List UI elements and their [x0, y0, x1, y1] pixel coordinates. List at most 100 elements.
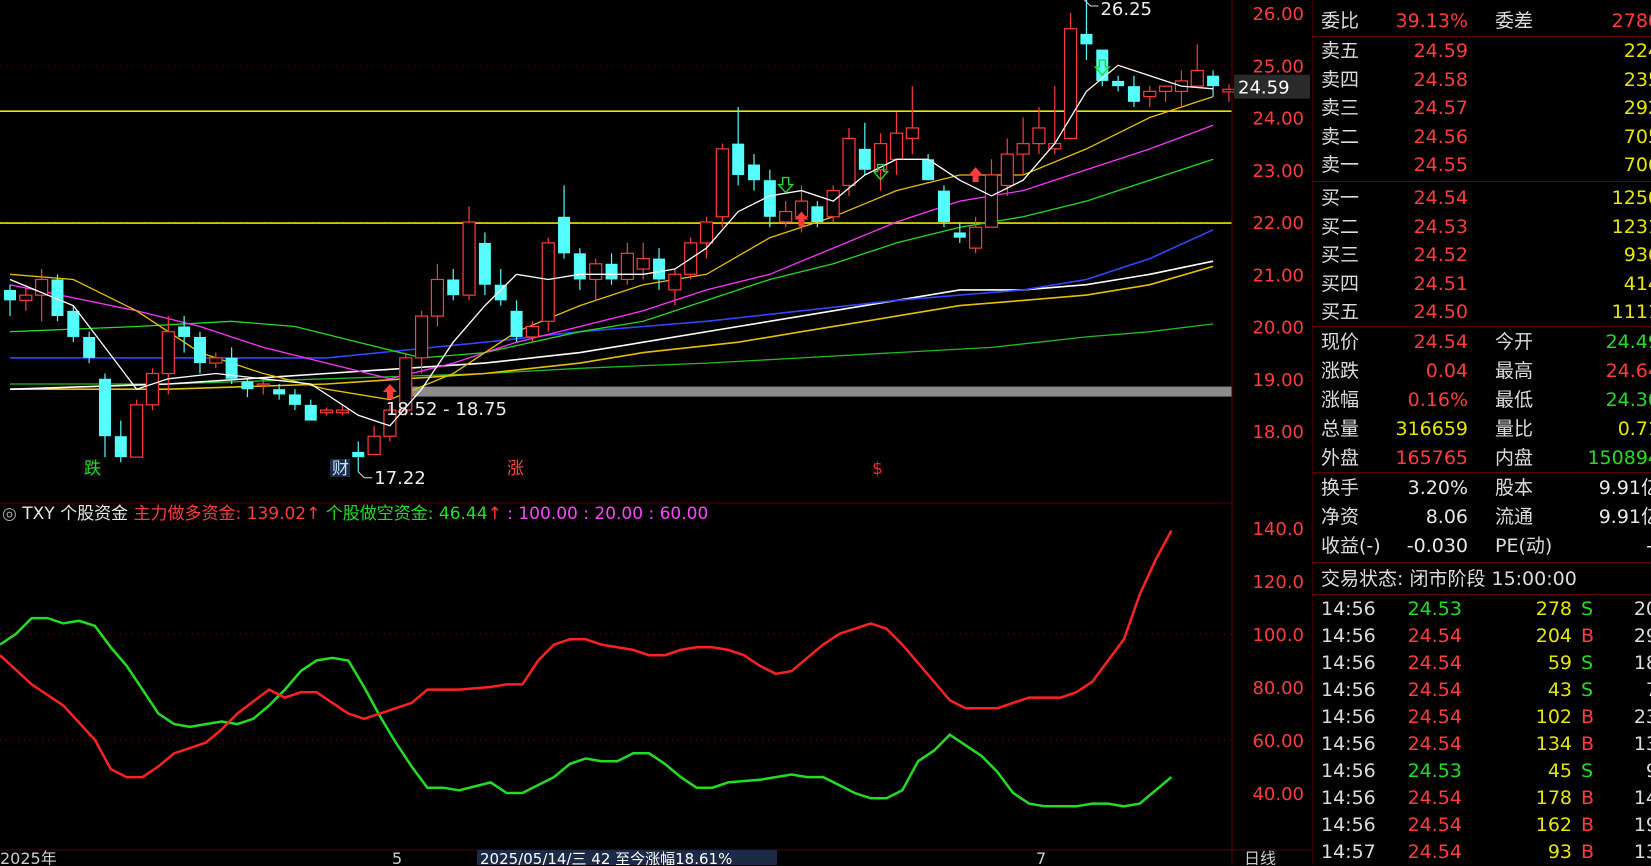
ask-price: 24.58 — [1413, 68, 1468, 91]
fund-label: 收益(-) — [1321, 535, 1381, 557]
stat-label: 今开 — [1495, 331, 1534, 353]
date-info-label: 2025/05/14/三 42 至今涨幅18.61% — [480, 850, 732, 865]
bid-row: 买一 24.54 1250 — [1313, 184, 1651, 212]
bid-row: 买二 24.53 1231 — [1313, 213, 1651, 241]
quote-panel: 委比 39.13% 委差 2780 卖五 24.59 224 卖四 24.58 235 卖三 24.5… — [1312, 0, 1651, 865]
tick-side: B — [1581, 706, 1595, 728]
price-tick-label: 22.00 — [1252, 213, 1304, 234]
ask-volume: 292 — [1623, 97, 1651, 119]
candle-body — [209, 357, 223, 364]
candle-body — [367, 435, 381, 456]
indicator-tick-label: 100.0 — [1252, 625, 1304, 646]
stat-row: 涨幅 0.16% 最低 24.30 — [1313, 386, 1651, 414]
ask-level-label: 卖五 — [1321, 40, 1360, 62]
month-label: 5 — [392, 849, 402, 865]
tick-row: 14:56 24.54 43 S 7 — [1313, 677, 1651, 704]
candle-body — [19, 294, 33, 301]
candle-body — [1207, 75, 1220, 87]
candle-body — [273, 389, 286, 395]
price-tick-label: 20.00 — [1252, 318, 1304, 339]
candle-body — [335, 409, 350, 414]
ask-row: 卖二 24.56 705 — [1313, 123, 1651, 151]
candle-body — [858, 148, 871, 170]
price-chart[interactable]: 26.25 17.22 18.52 - 18.75 跌 财 涨 $ — [0, 0, 1236, 489]
candle-body — [130, 404, 144, 458]
price-tick-label: 21.00 — [1252, 265, 1304, 286]
fund-value: -- — [1646, 532, 1651, 560]
buy-signal-arrow — [968, 167, 983, 183]
marker-dollar: $ — [872, 459, 883, 479]
candle-body — [478, 242, 491, 285]
candle-body — [905, 127, 919, 139]
tick-volume: 102 — [1535, 706, 1572, 728]
candle-body — [145, 372, 160, 406]
bid-volume: 1250 — [1611, 187, 1651, 209]
quote-separator — [1313, 594, 1651, 595]
stat-label: 最低 — [1495, 389, 1534, 411]
quote-separator — [1313, 181, 1651, 182]
candle-body — [842, 137, 856, 187]
candle-body — [732, 143, 745, 175]
tick-row: 14:56 24.54 102 B 23 — [1313, 704, 1651, 731]
ask-row: 卖三 24.57 292 — [1313, 94, 1651, 122]
tick-row: 14:56 24.53 278 S 20 — [1313, 596, 1651, 623]
low-label: 17.22 — [374, 468, 426, 489]
bear-arrow: ↑ — [488, 504, 508, 524]
candle-body — [352, 451, 365, 458]
bull-fund-line — [0, 530, 1173, 779]
price-tick-label: 23.00 — [1252, 161, 1304, 182]
candle-body — [462, 221, 476, 296]
tick-time: 14:56 — [1321, 733, 1376, 755]
indicator-chart[interactable]: ◎ TXY 个股资金 主力做多资金: 139.02↑ 个股做空资金: 46.44… — [0, 504, 1232, 808]
bid-level-label: 买四 — [1321, 272, 1360, 295]
bid-volume: 1111 — [1611, 301, 1651, 323]
period-label: 日线 — [1244, 849, 1276, 865]
tick-count: 20 — [1633, 598, 1651, 620]
fund-label: 净资 — [1321, 506, 1360, 528]
tick-side: B — [1581, 733, 1595, 755]
candle-body — [653, 258, 666, 280]
fund-label: 换手 — [1321, 477, 1360, 499]
tick-time: 14:56 — [1321, 814, 1376, 836]
fund-value: 8.06 — [1425, 506, 1468, 528]
tick-volume: 43 — [1547, 679, 1572, 701]
ask-level-label: 卖四 — [1321, 68, 1360, 91]
price-tick-label: 24.00 — [1252, 109, 1304, 130]
stat-value: 24.54 — [1413, 331, 1468, 353]
tick-count: 19 — [1633, 814, 1651, 836]
candle-body — [937, 190, 950, 222]
candle-body — [1000, 153, 1014, 187]
candle-body — [779, 210, 793, 223]
stat-value: 150894 — [1587, 447, 1651, 469]
candle-body — [4, 289, 16, 301]
bull-arrow: ↑ — [306, 504, 326, 524]
price-tick-label: 19.00 — [1252, 370, 1304, 391]
tick-volume: 134 — [1535, 733, 1572, 755]
tick-time: 14:56 — [1321, 760, 1376, 782]
tick-price: 24.54 — [1407, 652, 1462, 674]
indicator-tick-label: 60.00 — [1252, 731, 1304, 752]
tick-row: 14:56 24.54 59 S 18 — [1313, 650, 1651, 677]
price-tick-label: 18.00 — [1252, 422, 1304, 443]
candle-body — [1032, 127, 1046, 145]
tick-row: 14:56 24.54 134 B 13 — [1313, 731, 1651, 758]
indicator-header: ◎ TXY 个股资金 主力做多资金: 139.02↑ 个股做空资金: 46.44… — [2, 504, 708, 524]
bid-row: 买三 24.52 936 — [1313, 241, 1651, 269]
tick-count: 23 — [1633, 706, 1651, 728]
candle-body — [1096, 49, 1109, 81]
indicator-tick-label: 40.00 — [1252, 784, 1304, 805]
tick-side: B — [1581, 841, 1595, 863]
stat-value: 316659 — [1395, 418, 1468, 440]
tick-time: 14:56 — [1321, 679, 1376, 701]
stat-label: 涨跌 — [1321, 360, 1360, 382]
ask-volume: 705 — [1623, 125, 1651, 148]
bid-volume: 936 — [1623, 244, 1651, 266]
bid-price: 24.50 — [1413, 301, 1468, 323]
candle-body — [541, 242, 555, 322]
tick-time: 14:57 — [1321, 841, 1376, 863]
stat-label: 涨幅 — [1321, 389, 1360, 411]
candle-body — [1064, 28, 1078, 139]
fund-value: 9.91亿 — [1598, 477, 1651, 499]
chart-area[interactable]: 26.25 17.22 18.52 - 18.75 跌 财 涨 $ ◎ TXY 个股资金 主… — [0, 0, 1312, 865]
candle-body — [1112, 80, 1125, 87]
